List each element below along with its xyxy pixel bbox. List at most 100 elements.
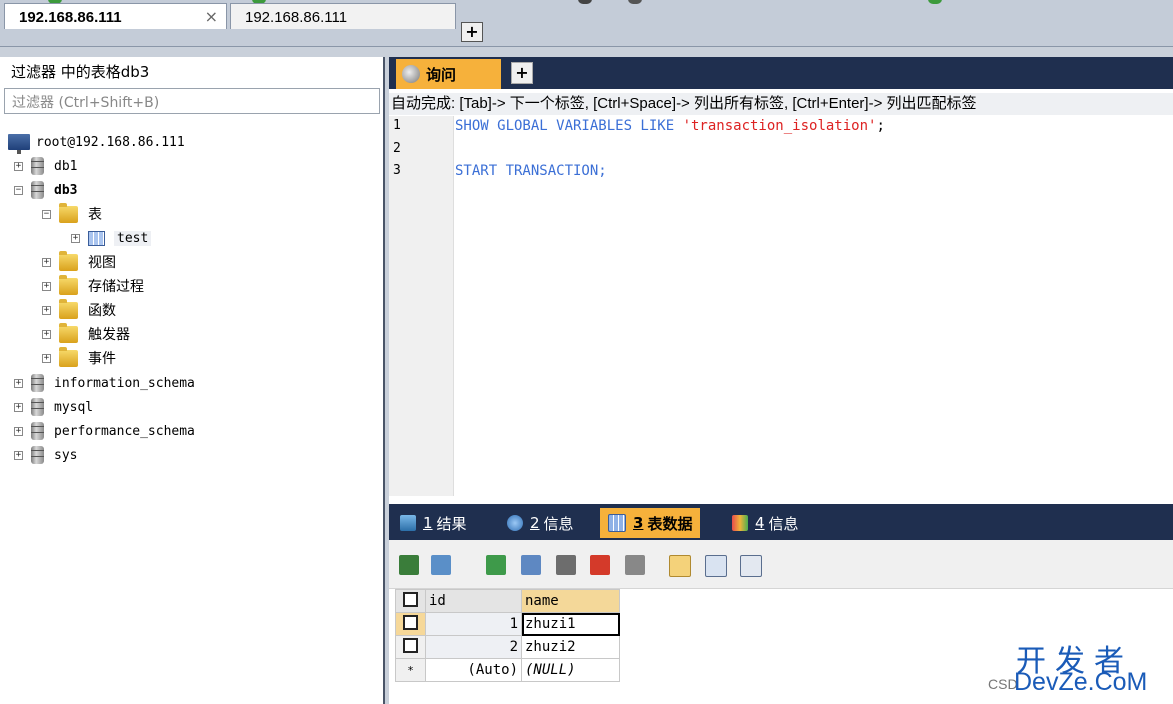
- toolbar-icon[interactable]: [578, 0, 592, 4]
- cancel-icon[interactable]: [625, 555, 645, 575]
- tree-item-events-folder[interactable]: + 事件: [42, 346, 116, 369]
- tree-item-performance-schema[interactable]: + performance_schema: [14, 420, 195, 442]
- table-row-new[interactable]: * (Auto) (NULL): [395, 658, 620, 682]
- tab-results[interactable]: 1 结果: [400, 508, 467, 538]
- toolbar-icon[interactable]: [628, 0, 642, 4]
- database-icon: [31, 181, 44, 199]
- cell-name[interactable]: (NULL): [521, 658, 620, 682]
- tab-number: 4: [755, 514, 765, 532]
- cell-id[interactable]: (Auto): [425, 658, 522, 682]
- tab-label: 信息: [543, 514, 574, 533]
- export-icon[interactable]: [399, 555, 419, 575]
- tree-item-functions-folder[interactable]: + 函数: [42, 298, 116, 321]
- column-header-id[interactable]: id: [425, 589, 522, 613]
- tree-item-views-folder[interactable]: + 视图: [42, 250, 116, 273]
- filter-placeholder: 过滤器 (Ctrl+Shift+B): [12, 95, 160, 111]
- tree-item-db1[interactable]: + db1: [14, 155, 77, 177]
- tree-item-tables-folder[interactable]: − 表: [42, 202, 102, 225]
- query-tab-label: 询问: [426, 66, 457, 84]
- collapse-icon[interactable]: −: [42, 209, 51, 219]
- results-icon: [400, 515, 416, 531]
- tree-item-information-schema[interactable]: + information_schema: [14, 372, 195, 394]
- row-checkbox[interactable]: [395, 612, 426, 636]
- table-icon: [88, 230, 105, 246]
- line-number: 3: [393, 163, 401, 178]
- form-view-icon[interactable]: [705, 555, 727, 577]
- folder-label: 触发器: [88, 327, 130, 343]
- folder-label: 视图: [88, 255, 116, 271]
- expand-icon[interactable]: +: [14, 450, 23, 460]
- tree-item-procedures-folder[interactable]: + 存储过程: [42, 274, 144, 297]
- table-row[interactable]: 2 zhuzi2: [395, 635, 620, 659]
- select-all-checkbox[interactable]: [395, 589, 426, 613]
- db-label: db1: [54, 158, 78, 174]
- server-icon: [8, 134, 30, 154]
- info-icon: [732, 515, 748, 531]
- cell-name[interactable]: zhuzi2: [521, 635, 620, 659]
- code-line-3[interactable]: START TRANSACTION;: [455, 163, 607, 179]
- tree-item-table-test[interactable]: + test: [71, 227, 152, 249]
- save-icon[interactable]: [556, 555, 576, 575]
- database-icon: [31, 446, 44, 464]
- expand-icon[interactable]: +: [14, 378, 23, 388]
- text-view-icon[interactable]: [740, 555, 762, 577]
- column-header-name[interactable]: name: [521, 589, 620, 613]
- folder-icon: [59, 346, 78, 367]
- toolbar-icon[interactable]: [928, 0, 942, 4]
- folder-icon: [59, 274, 78, 295]
- table-row[interactable]: 1 zhuzi1: [395, 612, 620, 636]
- tree-item-mysql[interactable]: + mysql: [14, 396, 93, 418]
- new-row-marker: *: [395, 658, 426, 682]
- close-tab-icon[interactable]: ×: [205, 7, 218, 26]
- sql-punct: ;: [876, 118, 885, 134]
- code-line-1[interactable]: SHOW GLOBAL VARIABLES LIKE 'transaction_…: [455, 118, 885, 134]
- folder-icon: [59, 202, 78, 223]
- tree-item-sys[interactable]: + sys: [14, 444, 77, 466]
- delete-icon[interactable]: [590, 555, 610, 575]
- db-label: mysql: [54, 399, 94, 415]
- insert-row-icon[interactable]: [486, 555, 506, 575]
- collapse-icon[interactable]: −: [14, 185, 23, 195]
- sql-keyword: SHOW GLOBAL VARIABLES LIKE: [455, 118, 683, 134]
- database-icon: [31, 374, 44, 392]
- expand-icon[interactable]: +: [14, 402, 23, 412]
- expand-icon[interactable]: +: [42, 281, 51, 291]
- expand-icon[interactable]: +: [71, 233, 80, 243]
- grid-view-icon[interactable]: [669, 555, 691, 577]
- duplicate-row-icon[interactable]: [521, 555, 541, 575]
- cell-id[interactable]: 1: [425, 612, 522, 636]
- expand-icon[interactable]: +: [42, 329, 51, 339]
- import-icon[interactable]: [431, 555, 451, 575]
- tab-info[interactable]: 2 信息: [507, 508, 574, 538]
- new-query-tab-button[interactable]: +: [511, 62, 533, 84]
- cell-id[interactable]: 2: [425, 635, 522, 659]
- cell-name[interactable]: zhuzi1: [521, 612, 620, 636]
- connection-tab-active[interactable]: 192.168.86.111 ×: [4, 3, 227, 29]
- database-icon: [31, 157, 44, 175]
- grid-header-row: id name: [395, 589, 620, 613]
- tab-number: 2: [530, 514, 540, 532]
- expand-icon[interactable]: +: [14, 426, 23, 436]
- row-checkbox[interactable]: [395, 635, 426, 659]
- filter-input[interactable]: 过滤器 (Ctrl+Shift+B): [4, 88, 380, 114]
- tree-item-db3[interactable]: − db3: [14, 179, 77, 201]
- expand-icon[interactable]: +: [14, 161, 23, 171]
- tree-item-triggers-folder[interactable]: + 触发器: [42, 322, 130, 345]
- tab-info-2[interactable]: 4 信息: [732, 508, 799, 538]
- database-icon: [31, 398, 44, 416]
- tree-item-server[interactable]: root@192.168.86.111: [8, 131, 185, 154]
- db-label: db3: [54, 182, 78, 198]
- new-connection-tab-button[interactable]: +: [461, 22, 483, 42]
- connection-tab[interactable]: 192.168.86.111: [230, 3, 456, 29]
- folder-icon: [59, 298, 78, 319]
- table-label: test: [114, 230, 152, 246]
- expand-icon[interactable]: +: [42, 257, 51, 267]
- expand-icon[interactable]: +: [42, 305, 51, 315]
- expand-icon[interactable]: +: [42, 353, 51, 363]
- tab-table-data[interactable]: 3 表数据: [600, 508, 701, 538]
- autocomplete-hint: 自动完成: [Tab]-> 下一个标签, [Ctrl+Space]-> 列出所有…: [389, 93, 1173, 115]
- tab-number: 3: [633, 514, 644, 532]
- connection-tab-label: 192.168.86.111: [245, 9, 348, 26]
- folder-icon: [59, 250, 78, 271]
- query-tab[interactable]: 询问: [396, 59, 501, 89]
